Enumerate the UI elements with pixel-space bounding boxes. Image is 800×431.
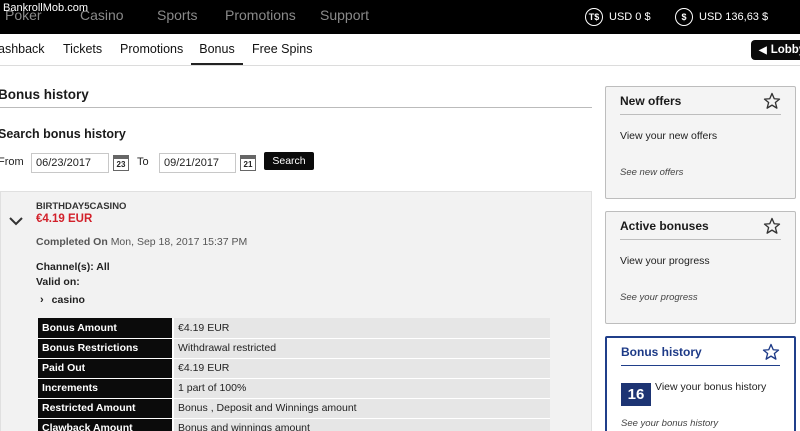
lobby-label: Lobby bbox=[770, 44, 800, 56]
table-row: Paid Out €4.19 EUR bbox=[38, 358, 550, 379]
see-new-offers-link[interactable]: See new offers bbox=[620, 167, 683, 178]
from-calendar-icon[interactable]: 23 bbox=[113, 155, 129, 171]
channels-text: Channel(s): All bbox=[36, 261, 110, 273]
table-row: Clawback Amount Bonus and winnings amoun… bbox=[38, 418, 550, 431]
card-description: View your bonus history bbox=[655, 381, 767, 393]
tab-bonus[interactable]: Bonus bbox=[191, 42, 243, 65]
card-title: New offers bbox=[620, 93, 682, 108]
card-header: Bonus history bbox=[621, 338, 780, 366]
tab-tickets[interactable]: Tickets bbox=[63, 42, 102, 56]
valid-on-label: Valid on: bbox=[36, 276, 80, 288]
lobby-button[interactable]: ◀ Lobby bbox=[751, 40, 800, 60]
dollar-coin-icon: $ bbox=[675, 8, 693, 26]
bonus-count-badge: 16 bbox=[621, 383, 651, 406]
game-expander[interactable]: › casino bbox=[40, 294, 85, 306]
card-header: Active bonuses bbox=[620, 212, 781, 240]
from-date-input[interactable] bbox=[31, 153, 109, 173]
detail-key: Bonus Restrictions bbox=[38, 338, 173, 359]
tab-free-spins[interactable]: Free Spins bbox=[252, 42, 312, 56]
chevron-right-icon: › bbox=[40, 294, 44, 306]
new-offers-card[interactable]: New offers View your new offers See new … bbox=[605, 86, 796, 199]
to-label: To bbox=[137, 156, 149, 168]
detail-value: €4.19 EUR bbox=[172, 358, 550, 379]
page-title: Bonus history bbox=[0, 87, 89, 102]
detail-value: €4.19 EUR bbox=[172, 318, 550, 339]
detail-value: Withdrawal restricted bbox=[172, 338, 550, 359]
ticket-balance[interactable]: T$ USD 0 $ bbox=[585, 7, 651, 27]
detail-key: Paid Out bbox=[38, 358, 173, 379]
detail-value: 1 part of 100% bbox=[172, 378, 550, 399]
star-icon[interactable] bbox=[763, 92, 781, 110]
see-progress-link[interactable]: See your progress bbox=[620, 292, 698, 303]
from-label: From bbox=[0, 156, 24, 168]
card-description: View your new offers bbox=[620, 130, 718, 142]
detail-key: Clawback Amount bbox=[38, 418, 173, 431]
nav-item-promotions[interactable]: Promotions bbox=[225, 7, 296, 23]
completed-value: Mon, Sep 18, 2017 15:37 PM bbox=[110, 236, 248, 248]
card-description: View your progress bbox=[620, 255, 710, 267]
top-nav: Poker Casino Sports Promotions Support B… bbox=[0, 0, 800, 34]
star-icon[interactable] bbox=[762, 343, 780, 361]
promo-code: BIRTHDAY5CASINO bbox=[36, 201, 127, 212]
ticket-balance-label: USD 0 $ bbox=[609, 11, 651, 23]
see-bonus-history-link[interactable]: See your bonus history bbox=[621, 418, 718, 429]
table-row: Bonus Restrictions Withdrawal restricted bbox=[38, 338, 550, 359]
back-arrow-icon: ◀ bbox=[759, 44, 767, 56]
nav-item-support[interactable]: Support bbox=[320, 7, 369, 23]
to-calendar-icon[interactable]: 21 bbox=[240, 155, 256, 171]
chevron-down-icon[interactable] bbox=[9, 216, 23, 226]
detail-value: Bonus and winnings amount bbox=[172, 418, 550, 431]
to-date-input[interactable] bbox=[159, 153, 236, 173]
detail-key: Increments bbox=[38, 378, 173, 399]
card-header: New offers bbox=[620, 87, 781, 115]
ticket-dollar-icon: T$ bbox=[585, 8, 603, 26]
detail-key: Bonus Amount bbox=[38, 318, 173, 339]
completed-date: Completed On Mon, Sep 18, 2017 15:37 PM bbox=[36, 236, 247, 248]
table-row: Increments 1 part of 100% bbox=[38, 378, 550, 399]
detail-value: Bonus , Deposit and Winnings amount bbox=[172, 398, 550, 419]
table-row: Restricted Amount Bonus , Deposit and Wi… bbox=[38, 398, 550, 419]
game-label: casino bbox=[51, 294, 85, 306]
tab-cashback[interactable]: ashback bbox=[0, 42, 45, 56]
title-divider bbox=[0, 107, 592, 108]
sub-nav: ashback Tickets Promotions Bonus Free Sp… bbox=[0, 34, 800, 66]
active-bonuses-card[interactable]: Active bonuses View your progress See yo… bbox=[605, 211, 796, 324]
watermark: BankrollMob.com bbox=[3, 2, 88, 14]
nav-item-sports[interactable]: Sports bbox=[157, 7, 197, 23]
tab-promotions[interactable]: Promotions bbox=[120, 42, 183, 56]
card-title: Bonus history bbox=[621, 344, 702, 359]
promo-amount: €4.19 EUR bbox=[36, 213, 93, 225]
star-icon[interactable] bbox=[763, 217, 781, 235]
cash-balance[interactable]: $ USD 136,63 $ bbox=[675, 7, 768, 27]
cash-balance-label: USD 136,63 $ bbox=[699, 11, 769, 23]
detail-key: Restricted Amount bbox=[38, 398, 173, 419]
search-heading: Search bonus history bbox=[0, 127, 126, 141]
card-title: Active bonuses bbox=[620, 218, 709, 233]
bonus-history-card[interactable]: Bonus history 16 View your bonus history… bbox=[605, 336, 796, 431]
search-button[interactable]: Search bbox=[264, 152, 314, 170]
completed-label: Completed On bbox=[36, 236, 108, 248]
bonus-details-table: Bonus Amount €4.19 EUR Bonus Restriction… bbox=[38, 318, 550, 431]
table-row: Bonus Amount €4.19 EUR bbox=[38, 318, 550, 339]
